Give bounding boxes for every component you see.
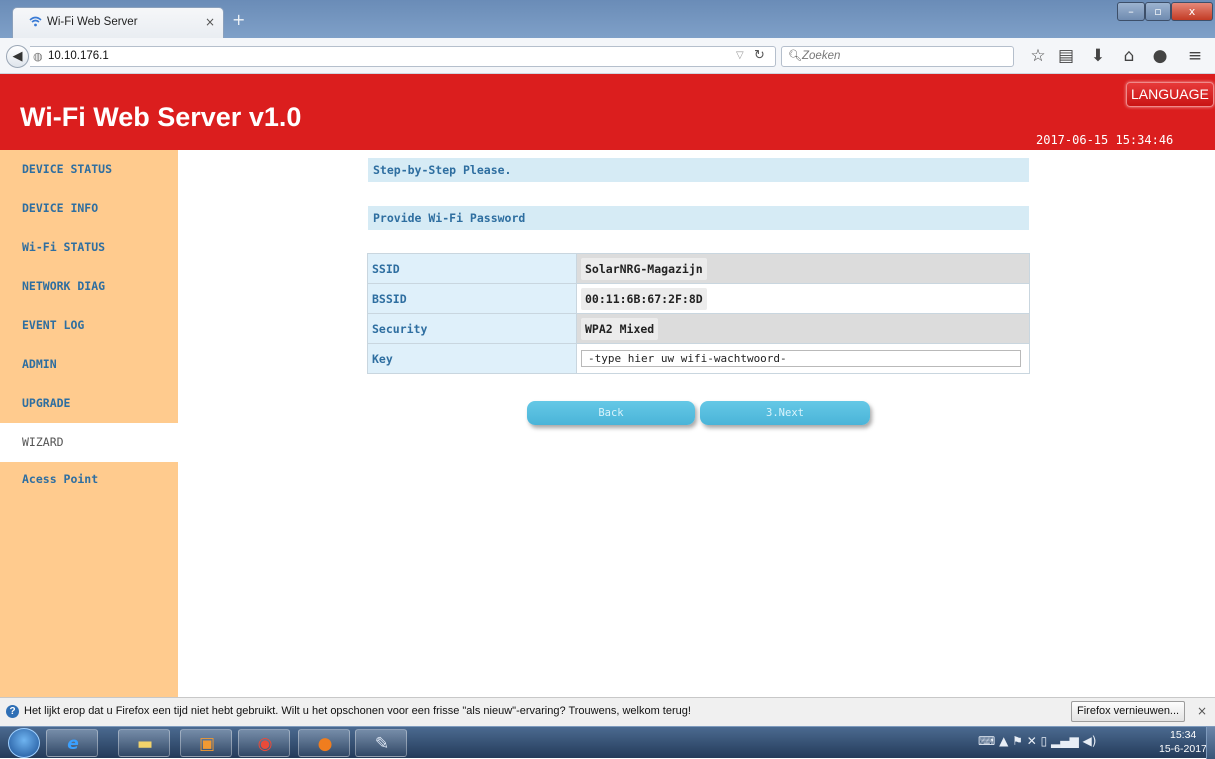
- file-explorer-icon[interactable]: ▬: [118, 729, 170, 757]
- reading-list-icon[interactable]: ▤: [1056, 46, 1076, 66]
- table-row: Security WPA2 Mixed: [367, 313, 1030, 344]
- security-label: Security: [367, 313, 577, 344]
- clock-time[interactable]: 15:34: [1170, 729, 1196, 741]
- tab-title: Wi-Fi Web Server: [47, 16, 138, 28]
- browser-tab[interactable]: Wi-Fi Web Server ×: [12, 7, 224, 38]
- bssid-label: BSSID: [367, 283, 577, 314]
- url-bar[interactable]: ◍ 10.10.176.1 ▽ ↻: [30, 46, 776, 67]
- sidebar-item-access-point[interactable]: Acess Point: [0, 460, 178, 499]
- bssid-value: 00:11:6B:67:2F:8D: [581, 287, 707, 310]
- sidebar-item-event-log[interactable]: EVENT LOG: [0, 306, 178, 345]
- globe-icon: ◍: [33, 50, 43, 63]
- url-text[interactable]: 10.10.176.1: [48, 50, 109, 62]
- tab-close-icon[interactable]: ×: [205, 15, 215, 29]
- clock-date[interactable]: 15-6-2017: [1159, 743, 1207, 755]
- firefox-icon[interactable]: ●: [298, 729, 350, 757]
- refresh-firefox-button[interactable]: Firefox vernieuwen...: [1071, 701, 1186, 722]
- minimize-button[interactable]: –: [1117, 2, 1145, 21]
- step-heading: Step-by-Step Please.: [368, 158, 1029, 182]
- sidebar-item-network-diag[interactable]: NETWORK DIAG: [0, 267, 178, 306]
- home-icon[interactable]: ⌂: [1119, 46, 1139, 66]
- sidebar-item-device-info[interactable]: DEVICE INFO: [0, 189, 178, 228]
- section-heading: Provide Wi-Fi Password: [368, 206, 1029, 230]
- key-label: Key: [367, 343, 577, 374]
- table-row: BSSID 00:11:6B:67:2F:8D: [367, 283, 1030, 314]
- page-title: Wi-Fi Web Server v1.0: [20, 102, 302, 132]
- browser-navbar: ◀ ◍ 10.10.176.1 ▽ ↻ 🔍︎ Zoeken ☆ ▤ ⬇ ⌂ ● …: [0, 38, 1215, 74]
- wifi-info-table: SSID SolarNRG-Magazijn BSSID 00:11:6B:67…: [367, 253, 1030, 374]
- chat-icon[interactable]: ●: [1150, 46, 1170, 66]
- sidebar-item-admin[interactable]: ADMIN: [0, 345, 178, 384]
- maximize-button[interactable]: ▫: [1145, 2, 1171, 21]
- taskbar: e ▬ ▣ ◉ ● ✎ ⌨ ▲ ⚑ ✕ ▯ ▂▄▆ ◀) 15:34 15-6-…: [0, 726, 1215, 759]
- download-icon[interactable]: ⬇: [1088, 46, 1108, 66]
- page-header: Wi-Fi Web Server v1.0 LANGUAGE 2017-06-1…: [0, 74, 1215, 150]
- media-player-icon[interactable]: ▣: [180, 729, 232, 757]
- sidebar-item-device-status[interactable]: DEVICE STATUS: [0, 150, 178, 189]
- search-placeholder: Zoeken: [802, 50, 841, 62]
- start-button[interactable]: [8, 728, 40, 758]
- chrome-icon[interactable]: ◉: [238, 729, 290, 757]
- next-button[interactable]: 3.Next: [700, 401, 870, 425]
- sidebar: DEVICE STATUS DEVICE INFO Wi-Fi STATUS N…: [0, 150, 178, 697]
- key-input[interactable]: [581, 350, 1021, 367]
- search-icon: 🔍︎: [788, 49, 802, 62]
- help-icon: ?: [6, 705, 19, 718]
- close-icon[interactable]: ×: [1197, 704, 1207, 718]
- reload-icon[interactable]: ↻: [754, 48, 765, 63]
- table-row: Key: [367, 343, 1030, 374]
- browser-titlebar: Wi-Fi Web Server × + – ▫ x: [0, 0, 1215, 38]
- paint-icon[interactable]: ✎: [355, 729, 407, 757]
- back-arrow-icon[interactable]: ◀: [6, 45, 29, 68]
- search-bar[interactable]: 🔍︎ Zoeken: [781, 46, 1014, 67]
- sidebar-item-upgrade[interactable]: UPGRADE: [0, 384, 178, 423]
- menu-icon[interactable]: ≡: [1185, 46, 1205, 66]
- security-value: WPA2 Mixed: [581, 317, 659, 340]
- ssid-label: SSID: [367, 253, 577, 284]
- new-tab-button[interactable]: +: [232, 10, 245, 29]
- close-window-button[interactable]: x: [1171, 2, 1213, 21]
- show-desktop-button[interactable]: [1206, 727, 1215, 759]
- language-button[interactable]: LANGUAGE: [1126, 82, 1214, 107]
- ssid-value: SolarNRG-Magazijn: [581, 257, 707, 280]
- datetime-display: 2017-06-15 15:34:46: [1036, 133, 1174, 147]
- sidebar-item-wizard[interactable]: WIZARD: [0, 423, 178, 462]
- dropdown-icon[interactable]: ▽: [736, 50, 744, 61]
- system-tray[interactable]: ⌨ ▲ ⚑ ✕ ▯ ▂▄▆ ◀): [978, 734, 1096, 748]
- notification-bar: ? Het lijkt erop dat u Firefox een tijd …: [0, 697, 1215, 726]
- table-row: SSID SolarNRG-Magazijn: [367, 253, 1030, 284]
- sidebar-item-wifi-status[interactable]: Wi-Fi STATUS: [0, 228, 178, 267]
- wifi-icon: [29, 16, 42, 30]
- star-icon[interactable]: ☆: [1028, 46, 1048, 66]
- notification-text: Het lijkt erop dat u Firefox een tijd ni…: [24, 705, 691, 717]
- back-button[interactable]: Back: [527, 401, 695, 425]
- internet-explorer-icon[interactable]: e: [46, 729, 98, 757]
